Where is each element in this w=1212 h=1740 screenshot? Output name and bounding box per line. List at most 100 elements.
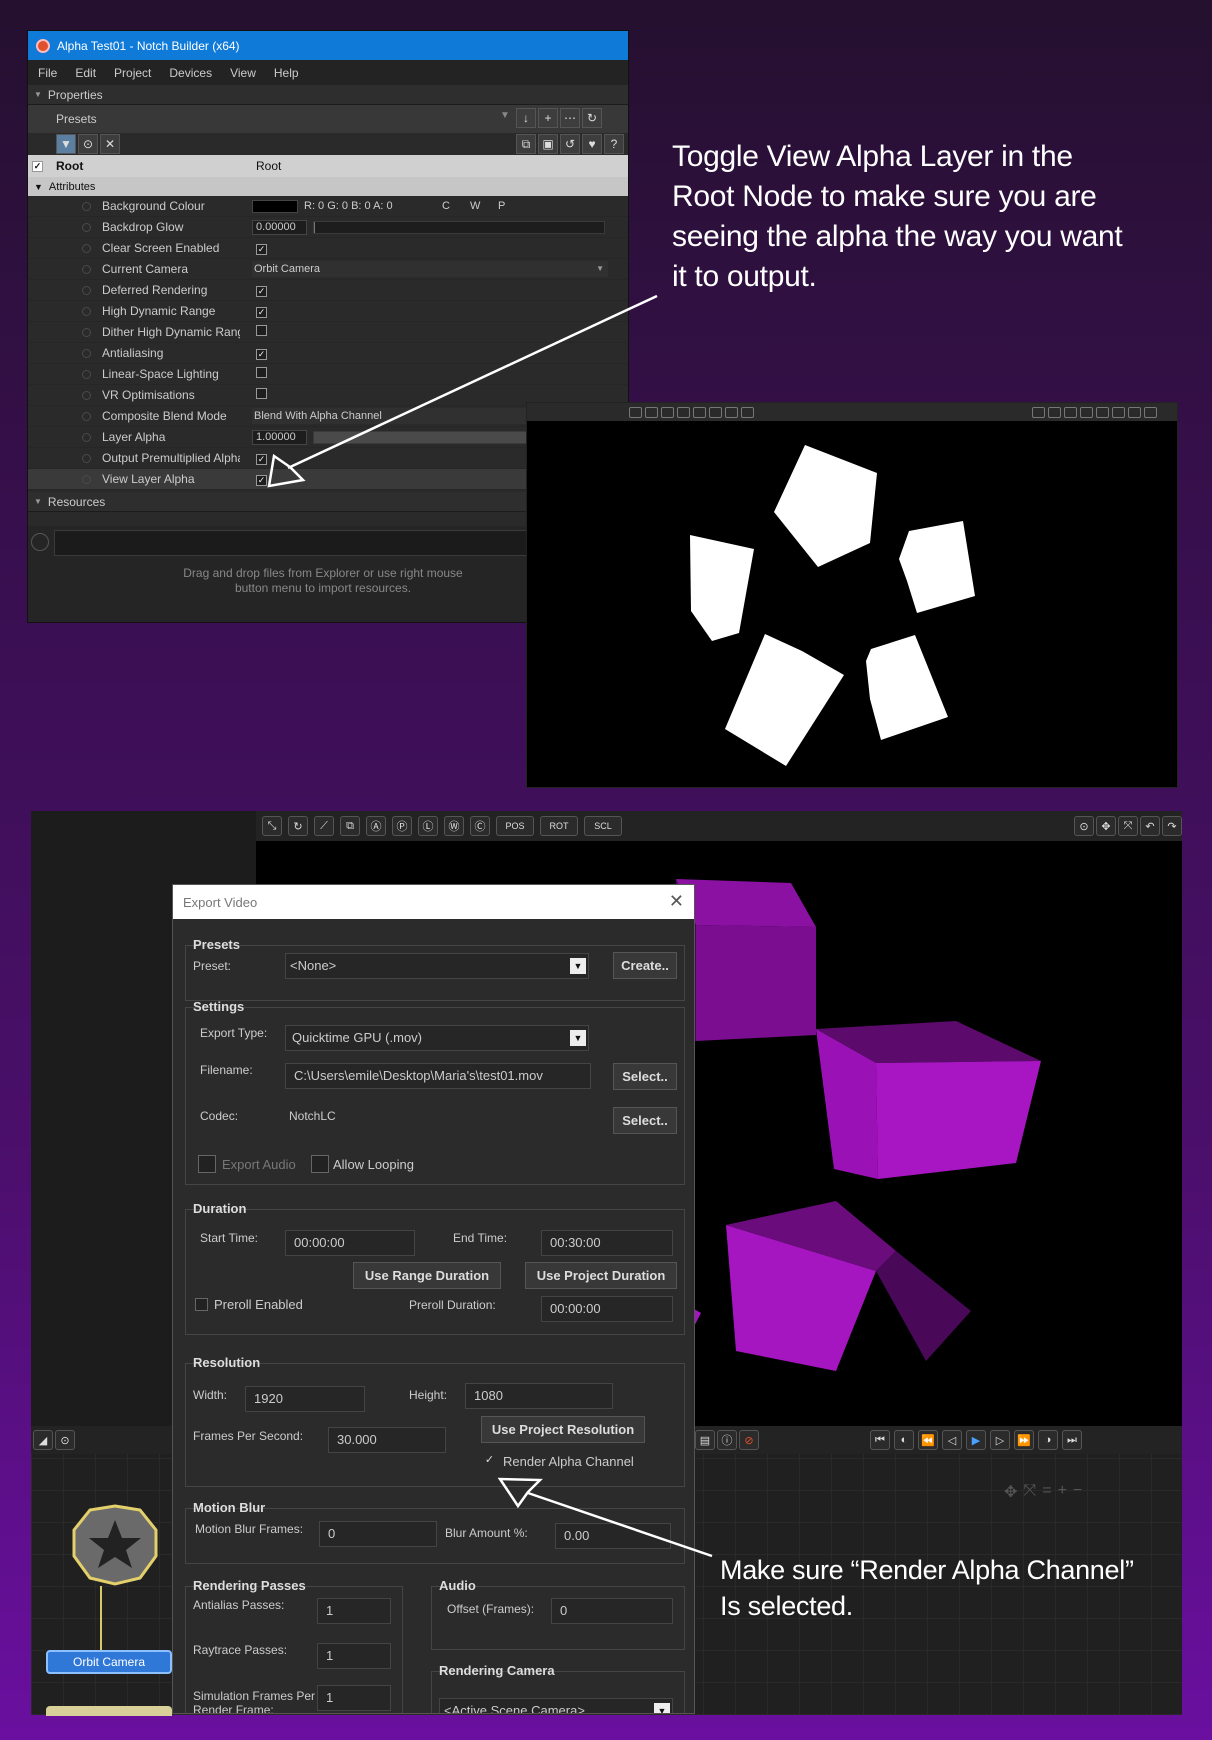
attributes-header[interactable]: ▼ Attributes — [28, 177, 628, 196]
filename-field[interactable]: C:\Users\emile\Desktop\Maria's\test01.mo… — [285, 1063, 591, 1089]
scl-button[interactable]: SCL — [584, 816, 622, 836]
menu-devices[interactable]: Devices — [169, 66, 212, 80]
motion-blur-frames-field[interactable]: 0 — [319, 1521, 437, 1547]
keyframe-dot-icon[interactable] — [82, 474, 91, 484]
help-icon[interactable]: ? — [604, 134, 624, 154]
attribute-row[interactable]: Current Camera Orbit Camera ▼ — [28, 259, 628, 280]
toolbar-icon[interactable] — [741, 406, 754, 418]
preset-select[interactable]: <None> ▼ — [285, 953, 589, 979]
toolbar-icon[interactable] — [1096, 406, 1109, 418]
preroll-duration-field[interactable]: 00:00:00 — [541, 1296, 673, 1322]
toolbar-icon[interactable] — [1144, 406, 1157, 418]
allow-looping-checkbox[interactable] — [311, 1155, 329, 1173]
chevron-down-icon[interactable]: ▼ — [570, 958, 586, 974]
target-icon[interactable]: ⊙ — [78, 134, 98, 154]
step-back-icon[interactable]: ◁ — [942, 1430, 962, 1450]
target-icon[interactable]: ⊙ — [1074, 816, 1094, 836]
fps-field[interactable]: 30.000 — [328, 1427, 446, 1453]
download-icon[interactable]: ↓ — [516, 108, 536, 128]
plus-icon[interactable]: + — [538, 108, 558, 128]
equals-icon[interactable]: = — [1042, 1482, 1051, 1502]
light-node[interactable] — [46, 1706, 172, 1716]
attribute-row[interactable]: High Dynamic Range ✓ — [28, 301, 628, 322]
colour-mode-button[interactable]: W — [470, 200, 492, 212]
properties-panel-header[interactable]: ▼ Properties — [28, 85, 628, 105]
presets-dropdown-arrow-icon[interactable]: ▼ — [500, 110, 510, 121]
l-icon[interactable]: Ⓛ — [418, 816, 438, 836]
menu-view[interactable]: View — [230, 66, 256, 80]
copy-icon[interactable]: ⧉ — [340, 816, 360, 836]
attribute-checkbox[interactable] — [256, 367, 267, 378]
attribute-row[interactable]: Clear Screen Enabled ✓ — [28, 238, 628, 259]
keyframe-dot-icon[interactable] — [82, 306, 91, 316]
menu-help[interactable]: Help — [274, 66, 299, 80]
attribute-row[interactable]: Background Colour R: 0 G: 0 B: 0 A: 0 CWP — [28, 196, 628, 217]
use-range-duration-button[interactable]: Use Range Duration — [353, 1262, 501, 1289]
reset-icon[interactable]: ↺ — [560, 134, 580, 154]
alpha-viewport[interactable] — [526, 402, 1178, 788]
attribute-checkbox[interactable]: ✓ — [256, 475, 267, 486]
move-icon[interactable]: ✥ — [1096, 816, 1116, 836]
chevron-down-icon[interactable]: ▼ — [596, 261, 604, 277]
number-field[interactable]: 1.00000 — [252, 429, 307, 445]
nodegraph-target-icon[interactable]: ⊙ — [55, 1430, 75, 1450]
axis-icon[interactable]: ⤡ — [262, 816, 282, 836]
undo-icon[interactable]: ↶ — [1140, 816, 1160, 836]
minus-icon[interactable]: − — [1073, 1482, 1082, 1502]
render-alpha-checkbox[interactable]: ✓ — [483, 1455, 496, 1468]
codec-select-button[interactable]: Select.. — [613, 1107, 677, 1134]
offset-field[interactable]: 0 — [551, 1598, 673, 1624]
copy-icon[interactable]: ⧉ — [516, 134, 536, 154]
fast-forward-icon[interactable]: ⏩ — [1014, 1430, 1034, 1450]
height-field[interactable]: 1080 — [465, 1383, 613, 1409]
root-node-row[interactable]: ✓ Root Root — [28, 155, 628, 177]
keyframe-dot-icon[interactable] — [82, 348, 91, 358]
keyframe-dot-icon[interactable] — [82, 453, 91, 463]
ak-icon[interactable]: Ⓐ — [366, 816, 386, 836]
attribute-row[interactable]: Linear-Space Lighting — [28, 364, 628, 385]
rotate-icon[interactable]: ↻ — [288, 816, 308, 836]
attribute-checkbox[interactable] — [256, 325, 267, 336]
p-icon[interactable]: Ⓟ — [392, 816, 412, 836]
toolbar-icon[interactable] — [709, 406, 722, 418]
rendering-camera-select[interactable]: <Active Scene Camera> ▼ — [439, 1698, 673, 1713]
refresh-icon[interactable]: ↻ — [582, 108, 602, 128]
toolbar-icon[interactable] — [661, 406, 674, 418]
root-checkbox[interactable]: ✓ — [32, 160, 43, 172]
use-project-duration-button[interactable]: Use Project Duration — [525, 1262, 677, 1289]
export-type-select[interactable]: Quicktime GPU (.mov) ▼ — [285, 1025, 589, 1051]
orbit-camera-node[interactable]: Orbit Camera — [46, 1650, 172, 1674]
attribute-checkbox[interactable]: ✓ — [256, 349, 267, 360]
start-time-field[interactable]: 00:00:00 — [285, 1230, 415, 1256]
end-time-field[interactable]: 00:30:00 — [541, 1230, 673, 1256]
keyframe-dot-icon[interactable] — [82, 327, 91, 337]
menu-edit[interactable]: Edit — [75, 66, 96, 80]
w-icon[interactable]: Ⓦ — [444, 816, 464, 836]
nodegraph-tool-icon[interactable]: ◢ — [33, 1430, 53, 1450]
clear-icon[interactable]: ✕ — [100, 134, 120, 154]
step-forward-icon[interactable]: ▷ — [990, 1430, 1010, 1450]
width-field[interactable]: 1920 — [245, 1386, 365, 1412]
attribute-checkbox[interactable]: ✓ — [256, 307, 267, 318]
prev-keyframe-icon[interactable]: ◐ — [894, 1430, 914, 1450]
c-icon[interactable]: Ⓒ — [470, 816, 490, 836]
simulation-field[interactable]: 1 — [317, 1685, 391, 1711]
attribute-row[interactable]: Dither High Dynamic Range — [28, 322, 628, 343]
favourite-icon[interactable]: ♥ — [582, 134, 602, 154]
record-icon[interactable]: ⊘ — [739, 1430, 759, 1450]
use-project-resolution-button[interactable]: Use Project Resolution — [481, 1416, 645, 1443]
next-keyframe-icon[interactable]: ◑ — [1038, 1430, 1058, 1450]
keyframe-dot-icon[interactable] — [82, 222, 91, 232]
keyframe-dot-icon[interactable] — [82, 369, 91, 379]
attribute-checkbox[interactable]: ✓ — [256, 286, 267, 297]
attribute-checkbox[interactable] — [256, 388, 267, 399]
toolbar-icon[interactable] — [1048, 406, 1061, 418]
paste-icon[interactable]: ▣ — [538, 134, 558, 154]
blur-amount-field[interactable]: 0.00 — [555, 1523, 671, 1549]
keyframe-dot-icon[interactable] — [82, 432, 91, 442]
scale-icon[interactable]: ⟋ — [314, 816, 334, 836]
toolbar-icon[interactable] — [1112, 406, 1125, 418]
menu-file[interactable]: File — [38, 66, 57, 80]
redo-icon[interactable]: ↷ — [1162, 816, 1182, 836]
play-icon[interactable]: ▶ — [966, 1430, 986, 1450]
